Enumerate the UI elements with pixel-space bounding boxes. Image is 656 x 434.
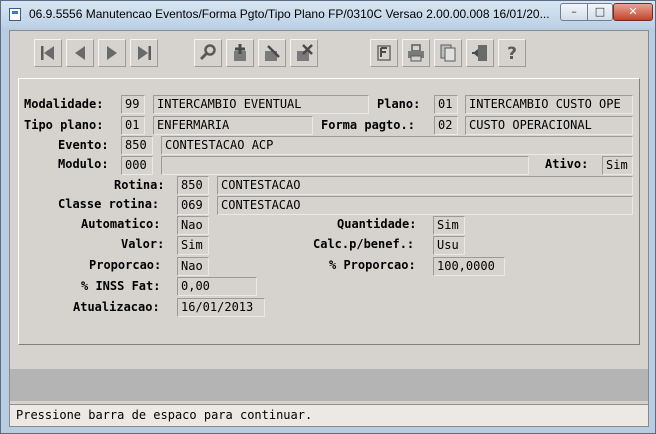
tipo-plano-desc-field: ENFERMARIA — [153, 116, 313, 135]
status-bar: Pressione barra de espaco para continuar… — [10, 404, 648, 426]
forma-pagto-code-field[interactable]: 02 — [434, 116, 458, 135]
print-icon — [408, 44, 424, 62]
delete-record-icon — [297, 44, 313, 61]
modulo-code-field[interactable]: 000 — [121, 156, 153, 175]
forma-pagto-label: Forma pagto.: — [321, 118, 415, 132]
add-record-icon — [234, 44, 246, 61]
status-message: Pressione barra de espaco para continuar… — [16, 408, 313, 422]
title-bar[interactable]: 06.9.5556 Manutencao Eventos/Forma Pgto/… — [1, 1, 655, 28]
automatico-field[interactable]: Nao — [177, 216, 209, 235]
window-title: 06.9.5556 Manutencao Eventos/Forma Pgto/… — [29, 7, 549, 21]
forma-pagto-desc-field: CUSTO OPERACIONAL — [465, 116, 633, 135]
modulo-label: Modulo: — [58, 157, 109, 171]
app-window: 06.9.5556 Manutencao Eventos/Forma Pgto/… — [0, 0, 656, 434]
rotina-desc-field: CONTESTACAO — [217, 176, 633, 195]
last-record-icon — [138, 46, 151, 60]
calc-benef-field[interactable]: Usu — [433, 236, 465, 255]
modalidade-code-field[interactable]: 99 — [121, 95, 145, 114]
previous-record-button[interactable] — [66, 39, 94, 67]
atualizacao-field: 16/01/2013 — [177, 298, 265, 317]
classe-rotina-desc-field: CONTESTACAO — [217, 196, 633, 215]
automatico-label: Automatico: — [81, 217, 161, 231]
rotina-label: Rotina: — [114, 178, 165, 192]
exit-door-icon — [472, 45, 487, 61]
first-record-icon — [41, 46, 54, 60]
next-record-button[interactable] — [98, 39, 126, 67]
close-button[interactable]: ✕ — [613, 3, 653, 21]
tipo-plano-label: Tipo plano: — [24, 118, 104, 132]
plano-desc-field: INTERCAMBIO CUSTO OPE — [465, 95, 633, 114]
classe-rotina-code-field[interactable]: 069 — [177, 196, 209, 215]
copy-icon — [440, 44, 456, 62]
first-record-button[interactable] — [34, 39, 62, 67]
function-key-bar — [10, 369, 648, 401]
last-record-button[interactable] — [130, 39, 158, 67]
proporcao-label: Proporcao: — [89, 258, 162, 272]
previous-record-icon — [75, 46, 85, 60]
modalidade-label: Modalidade: — [24, 97, 104, 111]
ativo-label: Ativo: — [545, 157, 589, 171]
search-key-icon — [199, 44, 216, 61]
copy-button[interactable] — [434, 39, 462, 67]
valor-field[interactable]: Sim — [177, 236, 209, 255]
delete-record-button[interactable] — [290, 39, 318, 67]
valor-label: Valor: — [121, 237, 165, 251]
edit-record-button[interactable] — [258, 39, 286, 67]
evento-label: Evento: — [58, 138, 109, 152]
svg-text:?: ? — [507, 44, 517, 63]
print-button[interactable] — [402, 39, 430, 67]
minimize-button[interactable]: – — [560, 3, 587, 21]
modalidade-desc-field: INTERCAMBIO EVENTUAL — [153, 95, 369, 114]
modulo-desc-field — [161, 156, 529, 175]
add-record-button[interactable] — [226, 39, 254, 67]
classe-rotina-label: Classe rotina: — [58, 197, 160, 211]
help-button[interactable]: ? — [498, 39, 526, 67]
search-button[interactable] — [194, 39, 222, 67]
next-record-icon — [107, 46, 117, 60]
plano-code-field[interactable]: 01 — [434, 95, 458, 114]
filter-button[interactable] — [370, 39, 398, 67]
pct-proporcao-field[interactable]: 100,0000 — [433, 257, 505, 276]
plano-label: Plano: — [377, 97, 421, 111]
pct-inss-fat-label: % INSS Fat: — [81, 279, 161, 293]
filter-icon — [377, 45, 391, 61]
edit-record-icon — [265, 45, 280, 61]
calc-benef-label: Calc.p/benef.: — [313, 237, 415, 251]
maximize-button[interactable]: □ — [587, 3, 613, 21]
tipo-plano-code-field[interactable]: 01 — [121, 116, 145, 135]
evento-desc-field: CONTESTACAO ACP — [161, 136, 633, 155]
atualizacao-label: Atualizacao: — [73, 300, 160, 314]
client-area: ? Modalidade: 99 INTERCAMBIO EVENTUAL Pl… — [9, 30, 649, 427]
app-icon — [9, 8, 21, 21]
help-icon: ? — [507, 44, 517, 63]
quantidade-field[interactable]: Sim — [433, 216, 465, 235]
pct-proporcao-label: % Proporcao: — [329, 258, 416, 272]
rotina-code-field[interactable]: 850 — [177, 176, 209, 195]
evento-code-field[interactable]: 850 — [121, 136, 153, 155]
pct-inss-fat-field[interactable]: 0,00 — [177, 277, 257, 296]
quantidade-label: Quantidade: — [337, 217, 417, 231]
proporcao-field[interactable]: Nao — [177, 257, 209, 276]
ativo-field[interactable]: Sim — [602, 156, 633, 175]
exit-button[interactable] — [466, 39, 494, 67]
